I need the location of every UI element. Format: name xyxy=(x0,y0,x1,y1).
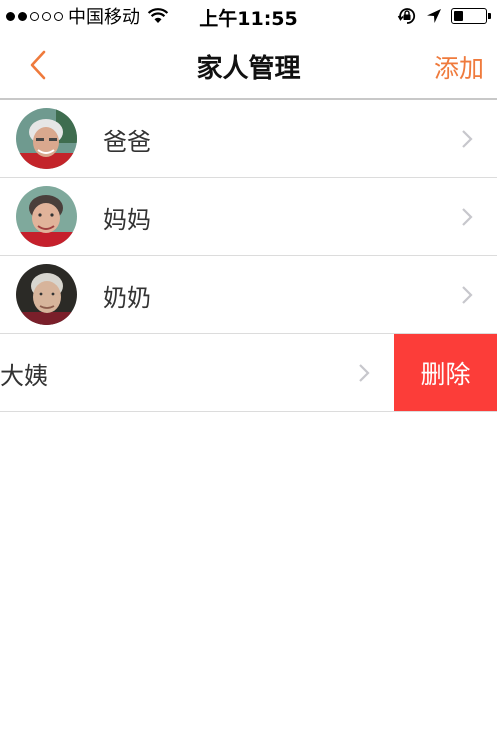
chevron-right-icon xyxy=(462,286,473,304)
battery-level xyxy=(454,11,463,21)
add-button[interactable]: 添加 xyxy=(434,49,484,85)
member-name: 大姨 xyxy=(0,362,48,390)
orientation-lock-icon xyxy=(397,8,416,24)
member-name: 妈妈 xyxy=(103,206,151,234)
list-item-dad[interactable]: 爸爸 xyxy=(0,100,497,178)
chevron-right-icon xyxy=(359,364,370,382)
family-member-list: 爸爸 妈妈 奶奶 大姨 删除 xyxy=(0,100,497,412)
avatar xyxy=(16,264,77,325)
page-title: 家人管理 xyxy=(196,54,301,84)
battery-tip xyxy=(488,13,491,19)
delete-button[interactable]: 删除 xyxy=(394,334,497,411)
member-name: 奶奶 xyxy=(103,284,151,312)
chevron-right-icon xyxy=(462,208,473,226)
status-right xyxy=(397,6,491,26)
list-item-aunt[interactable]: 大姨 删除 xyxy=(0,334,497,412)
list-item-mom[interactable]: 妈妈 xyxy=(0,178,497,256)
chevron-right-icon xyxy=(462,130,473,148)
member-name: 爸爸 xyxy=(103,128,151,156)
swipe-content[interactable]: 大姨 xyxy=(0,334,394,411)
avatar xyxy=(16,108,77,169)
battery-icon xyxy=(451,8,491,24)
location-arrow-icon xyxy=(427,9,441,23)
status-bar: 中国移动 上午11:55 xyxy=(0,0,497,32)
navigation-bar: 家人管理 添加 xyxy=(0,32,497,98)
avatar xyxy=(16,186,77,247)
list-item-grandma[interactable]: 奶奶 xyxy=(0,256,497,334)
